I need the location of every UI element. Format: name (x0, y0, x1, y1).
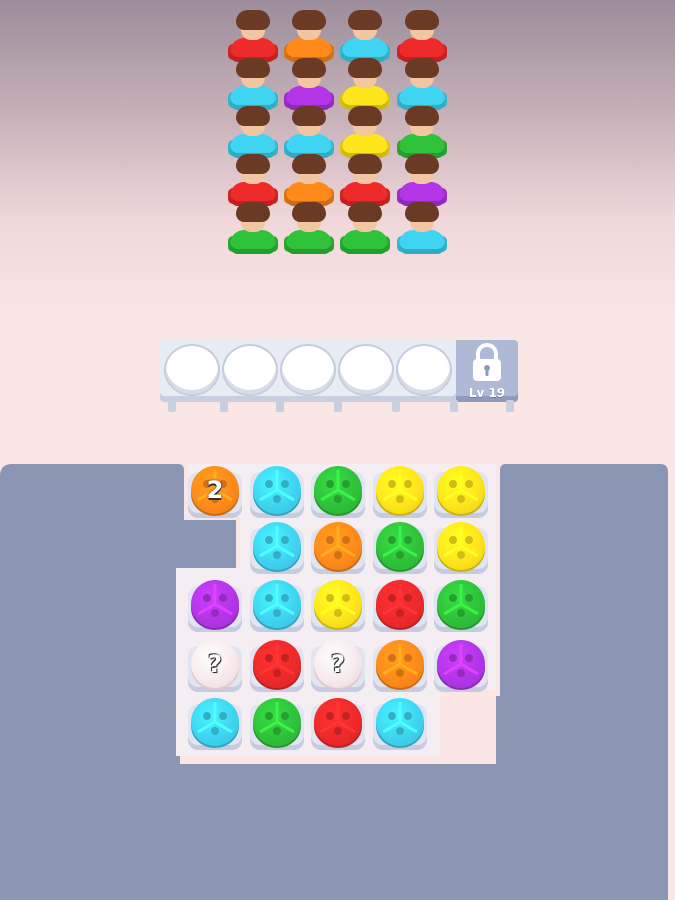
bench-slot[interactable] (224, 346, 276, 394)
color-tile-orange[interactable]: 2 (186, 464, 244, 522)
crowd-person (397, 10, 449, 62)
question-mark-label: ? (331, 650, 345, 678)
color-tile-green[interactable] (371, 520, 429, 578)
color-tile-cyan[interactable] (248, 520, 306, 578)
crowd-person (228, 154, 280, 206)
crowd-person (284, 106, 336, 158)
bench-slot[interactable] (282, 346, 334, 394)
crowd-person (397, 202, 449, 254)
color-tile-red[interactable] (371, 578, 429, 636)
crowd-person (228, 106, 280, 158)
tile-count-label: 2 (206, 476, 224, 504)
color-tile-yellow[interactable] (432, 520, 490, 578)
color-tile-red[interactable] (248, 638, 306, 696)
bench-slot[interactable] (398, 346, 450, 394)
crowd-person (397, 58, 449, 110)
color-tile-red[interactable] (309, 696, 367, 754)
crowd-person (397, 106, 449, 158)
crowd-person (284, 154, 336, 206)
color-tile-orange[interactable] (371, 638, 429, 696)
crowd-person (340, 154, 392, 206)
crowd-person (284, 58, 336, 110)
crowd-person (228, 10, 280, 62)
question-mark-label: ? (208, 650, 222, 678)
crowd-person (397, 154, 449, 206)
color-tile-purple[interactable] (432, 638, 490, 696)
crowd-person (340, 202, 392, 254)
unlock-level-label: Lv 19 (468, 386, 506, 400)
color-tile-orange[interactable] (309, 520, 367, 578)
crowd-person (228, 202, 280, 254)
color-tile-cyan[interactable] (248, 464, 306, 522)
color-tile-cyan[interactable] (371, 696, 429, 754)
holding-bench: Lv 19 (160, 340, 518, 412)
hidden-tile[interactable]: ? (309, 638, 367, 696)
crowd-person (284, 10, 336, 62)
play-board (0, 464, 668, 900)
color-tile-cyan[interactable] (248, 578, 306, 636)
bench-slot[interactable] (166, 346, 218, 394)
hidden-tile[interactable]: ? (186, 638, 244, 696)
color-tile-green[interactable] (432, 578, 490, 636)
color-tile-purple[interactable] (186, 578, 244, 636)
color-tile-cyan[interactable] (186, 696, 244, 754)
color-tile-green[interactable] (248, 696, 306, 754)
padlock-icon (473, 343, 501, 381)
bench-slot[interactable] (340, 346, 392, 394)
crowd-person (284, 202, 336, 254)
crowd-person (340, 10, 392, 62)
bench-top (160, 340, 456, 402)
crowd-person (340, 106, 392, 158)
crowd-person (228, 58, 280, 110)
crowd-person (340, 58, 392, 110)
color-tile-yellow[interactable] (432, 464, 490, 522)
locked-slot[interactable]: Lv 19 (456, 340, 518, 402)
color-tile-yellow[interactable] (371, 464, 429, 522)
color-tile-green[interactable] (309, 464, 367, 522)
color-tile-yellow[interactable] (309, 578, 367, 636)
